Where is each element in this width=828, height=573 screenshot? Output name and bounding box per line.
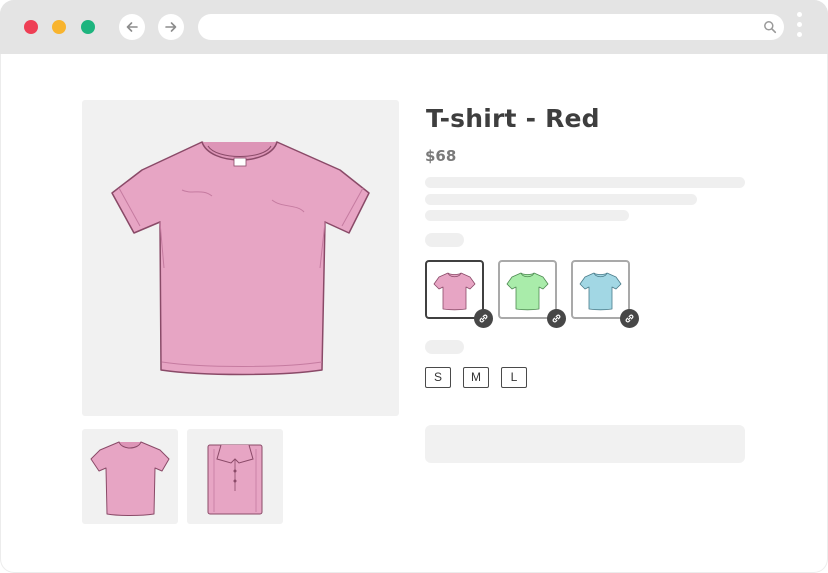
color-swatch-green[interactable] [498,260,566,328]
tshirt-pink-icon [433,272,476,311]
description-placeholder-line [425,194,697,205]
color-label-placeholder [425,233,464,247]
thumbnail-tshirt[interactable] [82,429,178,524]
maximize-window-button[interactable] [81,20,95,34]
size-label-placeholder [425,340,464,354]
add-to-cart-button-placeholder[interactable] [425,425,745,463]
arrow-right-icon [165,22,177,32]
tshirt-thumbnail-image [90,441,170,516]
kebab-menu-icon[interactable] [797,12,803,42]
link-icon[interactable] [474,309,493,328]
color-swatch-pink[interactable] [425,260,493,328]
color-swatch-blue[interactable] [571,260,639,328]
product-title: T-shirt - Red [426,104,600,133]
arrow-left-icon [126,22,138,32]
tshirt-green-icon [506,272,549,311]
size-option-l[interactable]: L [501,367,527,388]
size-option-s[interactable]: S [425,367,451,388]
browser-toolbar [0,0,828,54]
tshirt-blue-icon [579,272,622,311]
forward-button[interactable] [158,14,184,40]
link-icon[interactable] [620,309,639,328]
link-icon[interactable] [547,309,566,328]
back-button[interactable] [119,14,145,40]
browser-window: T-shirt - Red $68 S M L [0,0,828,573]
search-icon[interactable] [763,20,777,34]
tshirt-image [111,141,370,376]
minimize-window-button[interactable] [52,20,66,34]
product-price: $68 [425,147,457,165]
description-placeholder-line [425,210,629,221]
description-placeholder-line [425,177,745,188]
size-option-m[interactable]: M [463,367,489,388]
close-window-button[interactable] [24,20,38,34]
address-bar[interactable] [198,14,784,40]
polo-thumbnail-image [207,444,263,515]
main-product-image[interactable] [82,100,399,416]
thumbnail-polo[interactable] [187,429,283,524]
